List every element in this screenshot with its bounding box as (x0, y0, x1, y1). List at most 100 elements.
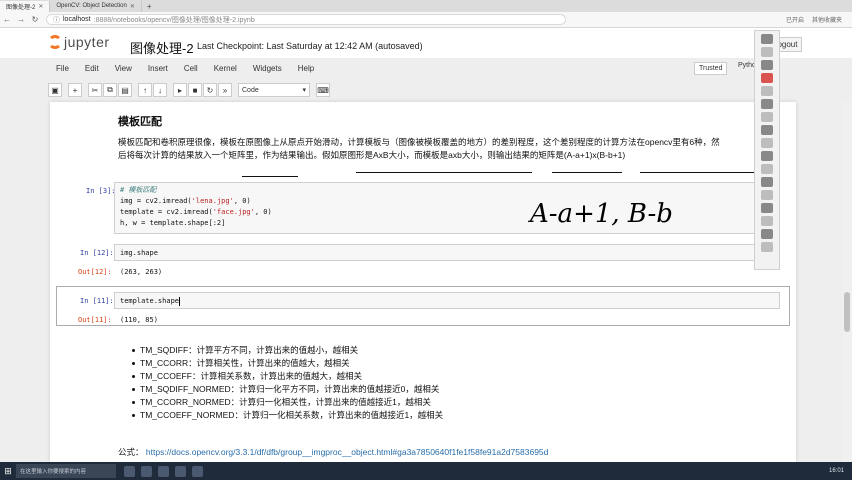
menu-insert[interactable]: Insert (148, 64, 168, 73)
jupyter-logo-icon (48, 35, 62, 49)
restart-run-icon[interactable]: » (218, 83, 232, 97)
notebook-toolbar: ▣ + ✂ ⧉ ▤ ↑ ↓ ▸ ■ ↻ » Code ▾ ⌨ (48, 82, 330, 98)
paragraph-text: 后将每次计算的结果放入一个矩阵里，作为结果输出。 (118, 150, 323, 160)
restart-icon[interactable]: ↻ (203, 83, 217, 97)
save-icon[interactable]: ▣ (48, 83, 62, 97)
cut-icon[interactable]: ✂ (88, 83, 102, 97)
tab-title: OpenCV: Object Detection (56, 3, 127, 9)
tool-icon[interactable] (761, 164, 773, 174)
app-icon[interactable] (192, 465, 203, 477)
tool-icon[interactable] (761, 73, 773, 83)
annotation-underline (552, 172, 622, 173)
menu-edit[interactable]: Edit (85, 64, 99, 73)
app-icon[interactable] (141, 465, 152, 477)
tool-icon[interactable] (761, 216, 773, 226)
menu-help[interactable]: Help (298, 64, 314, 73)
tool-icon[interactable] (761, 60, 773, 70)
reload-icon[interactable]: ↻ (28, 15, 42, 24)
taskbar-search-input[interactable]: 在这里输入你要搜索的内容 (16, 464, 116, 478)
forward-icon[interactable]: → (14, 15, 28, 24)
list-item: TM_CCOEFF_NORMED：计算归一化相关系数，计算出来的值越接近1，越相… (132, 409, 443, 422)
scrollbar-thumb[interactable] (844, 292, 850, 332)
list-item: TM_SQDIFF：计算平方不同，计算出来的值越小，越相关 (132, 344, 443, 357)
tool-icon[interactable] (761, 125, 773, 135)
formula-label: 公式： (118, 447, 144, 457)
new-tab-icon[interactable]: + (142, 2, 157, 11)
tool-icon[interactable] (761, 99, 773, 109)
app-icon[interactable] (124, 465, 135, 477)
app-icon[interactable] (158, 465, 169, 477)
text-cursor (179, 296, 181, 306)
code-cell-input[interactable] (114, 244, 780, 261)
code-cell-input[interactable] (114, 292, 780, 309)
cell-type-value: Code (242, 86, 259, 94)
tool-icon[interactable] (761, 190, 773, 200)
tool-icon[interactable] (761, 151, 773, 161)
menu-bar: File Edit View Insert Cell Kernel Widget… (40, 58, 800, 78)
tool-icon[interactable] (761, 242, 773, 252)
notebook-title[interactable]: 图像处理-2 (130, 38, 194, 57)
tab-title: 图像处理-2 (6, 4, 36, 11)
bookmark-label[interactable]: 其他收藏夹 (812, 15, 842, 24)
formula-line: 公式： https://docs.opencv.org/3.3.1/df/dfb… (118, 446, 548, 458)
list-item: TM_CCORR_NORMED：计算归一化相关性，计算出来的值越接近1，越相关 (132, 396, 443, 409)
code-text: template.shape (120, 296, 181, 307)
windows-start-icon[interactable]: ⊞ (0, 462, 16, 480)
tool-icon[interactable] (761, 229, 773, 239)
code-token: template = cv2.imread( (120, 208, 213, 216)
url-input[interactable]: ⓘ localhost :8888/notebooks/opencv/图像处理/… (46, 14, 566, 25)
code-token: , 0) (254, 208, 272, 216)
jupyter-header: jupyter 图像处理-2 Last Checkpoint: Last Sat… (0, 28, 852, 58)
jupyter-logo[interactable]: jupyter (48, 34, 110, 50)
trusted-indicator[interactable]: Trusted (694, 62, 728, 75)
menu-cell[interactable]: Cell (184, 64, 198, 73)
tool-icon[interactable] (761, 138, 773, 148)
logo-text: jupyter (64, 34, 110, 50)
paste-icon[interactable]: ▤ (118, 83, 132, 97)
input-prompt: In [12]: (80, 249, 114, 257)
vertical-scrollbar[interactable] (842, 102, 852, 462)
insert-cell-icon[interactable]: + (68, 83, 82, 97)
tool-icon[interactable] (761, 47, 773, 57)
close-icon[interactable]: ✕ (130, 3, 135, 10)
menu-widgets[interactable]: Widgets (253, 64, 282, 73)
close-icon[interactable]: ✕ (38, 3, 43, 10)
bookmark-label[interactable]: 已开启 (786, 15, 804, 24)
menu-kernel[interactable]: Kernel (214, 64, 237, 73)
move-up-icon[interactable]: ↑ (138, 83, 152, 97)
output-prompt: Out[12]: (78, 268, 112, 276)
browser-tab-notebook[interactable]: 图像处理-2 ✕ (0, 0, 51, 12)
copy-icon[interactable]: ⧉ (103, 83, 117, 97)
os-taskbar: ⊞ 在这里输入你要搜索的内容 16:01 (0, 462, 852, 480)
annotation-underline (356, 172, 532, 173)
info-icon: ⓘ (53, 16, 60, 24)
cell-type-select[interactable]: Code ▾ (238, 83, 310, 97)
tool-icon[interactable] (761, 112, 773, 122)
code-string: 'lena.jpg' (191, 197, 234, 205)
paragraph-text-underlined: 假如原图形是AxB大小 (322, 150, 406, 160)
tool-icon[interactable] (761, 86, 773, 96)
checkpoint-status: Last Checkpoint: Last Saturday at 12:42 … (197, 41, 423, 51)
menu-file[interactable]: File (56, 64, 69, 73)
code-comment: # 模板匹配 (120, 186, 157, 194)
stop-icon[interactable]: ■ (188, 83, 202, 97)
code-line: h, w = template.shape[:2] (120, 219, 226, 227)
browser-tab-opencv[interactable]: OpenCV: Object Detection ✕ (50, 0, 142, 12)
tool-icon[interactable] (761, 177, 773, 187)
list-item: TM_CCOEFF：计算相关系数，计算出来的值越大，越相关 (132, 370, 443, 383)
screen: 图像处理-2 ✕ OpenCV: Object Detection ✕ + ← … (0, 0, 852, 480)
run-icon[interactable]: ▸ (173, 83, 187, 97)
annotation-underline (640, 172, 770, 173)
clock[interactable]: 16:01 (829, 468, 844, 474)
formula-link[interactable]: https://docs.opencv.org/3.3.1/df/dfb/gro… (146, 447, 548, 457)
tool-icon[interactable] (761, 203, 773, 213)
app-icon[interactable] (175, 465, 186, 477)
code-text: # 模板匹配 img = cv2.imread('lena.jpg', 0) tem… (120, 185, 272, 229)
keyboard-icon[interactable]: ⌨ (316, 83, 330, 97)
annotation-underline (242, 176, 298, 177)
move-down-icon[interactable]: ↓ (153, 83, 167, 97)
tool-icon[interactable] (761, 34, 773, 44)
handwriting-text: A-a+1, B-b (528, 199, 673, 229)
menu-view[interactable]: View (115, 64, 132, 73)
back-icon[interactable]: ← (0, 15, 14, 24)
